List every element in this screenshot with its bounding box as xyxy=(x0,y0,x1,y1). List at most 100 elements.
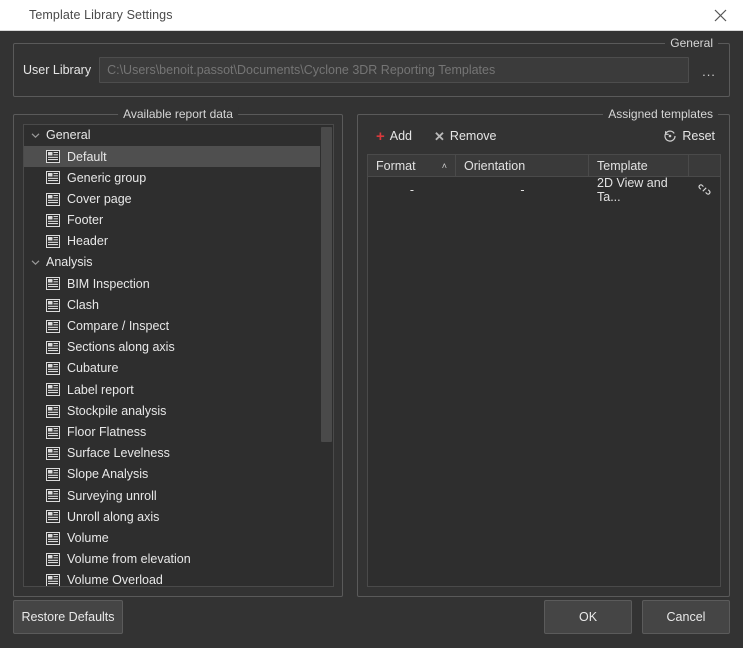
column-header-orientation[interactable]: Orientation xyxy=(456,155,589,176)
tree-item-sections-along-axis[interactable]: Sections along axis xyxy=(24,337,320,358)
remove-button[interactable]: ✕ Remove xyxy=(428,126,502,146)
sort-ascending-icon: ˄ xyxy=(442,161,447,171)
tree-node-label: Label report xyxy=(67,384,134,397)
report-doc-icon xyxy=(46,553,60,566)
ok-button[interactable]: OK xyxy=(544,600,632,634)
tree-item-label-report[interactable]: Label report xyxy=(24,379,320,400)
tree-node-label: Cover page xyxy=(67,193,132,206)
add-button-label: Add xyxy=(390,129,412,143)
tree-node-label: Footer xyxy=(67,214,103,227)
tree-item-stockpile-analysis[interactable]: Stockpile analysis xyxy=(24,400,320,421)
report-doc-icon xyxy=(46,299,60,312)
cell-orientation: - xyxy=(456,177,589,202)
assigned-templates-toolbar: + Add ✕ Remove xyxy=(367,123,721,149)
column-header-actions[interactable] xyxy=(689,155,720,176)
tree-node-label: Unroll along axis xyxy=(67,511,159,524)
report-doc-icon xyxy=(46,171,60,184)
cancel-button[interactable]: Cancel xyxy=(642,600,730,634)
tree-node-label: Default xyxy=(67,151,107,164)
report-doc-icon xyxy=(46,447,60,460)
report-doc-icon xyxy=(46,468,60,481)
add-button[interactable]: + Add xyxy=(370,126,418,147)
table-row[interactable]: - - 2D View and Ta... xyxy=(368,177,720,202)
tree-item-footer[interactable]: Footer xyxy=(24,210,320,231)
tree-node-label: Surface Levelness xyxy=(67,447,170,460)
tree-node-label: Compare / Inspect xyxy=(67,320,169,333)
dialog-footer: Restore Defaults OK Cancel xyxy=(13,600,730,634)
tree-vertical-scrollbar[interactable] xyxy=(320,125,333,586)
report-doc-icon xyxy=(46,426,60,439)
tree-item-generic-group[interactable]: Generic group xyxy=(24,167,320,188)
report-doc-icon xyxy=(46,341,60,354)
tree-item-slope-analysis[interactable]: Slope Analysis xyxy=(24,464,320,485)
tree-item-default[interactable]: Default xyxy=(24,146,320,167)
close-button[interactable] xyxy=(697,0,743,30)
report-doc-icon xyxy=(46,277,60,290)
link-icon xyxy=(697,182,712,197)
available-report-data-groupbox: Available report data General Default Ge… xyxy=(13,114,343,597)
column-header-template[interactable]: Template xyxy=(589,155,689,176)
tree-node-label: Floor Flatness xyxy=(67,426,146,439)
report-doc-icon xyxy=(46,150,60,163)
close-icon xyxy=(714,9,727,22)
tree-node-label: Sections along axis xyxy=(67,341,175,354)
report-doc-icon xyxy=(46,320,60,333)
assigned-templates-legend: Assigned templates xyxy=(603,107,718,121)
tree-item-surveying-unroll[interactable]: Surveying unroll xyxy=(24,485,320,506)
tree-node-label: Slope Analysis xyxy=(67,468,148,481)
tree-node-label: Stockpile analysis xyxy=(67,405,166,418)
report-doc-icon xyxy=(46,532,60,545)
tree-item-floor-flatness[interactable]: Floor Flatness xyxy=(24,422,320,443)
remove-button-label: Remove xyxy=(450,129,497,143)
tree-item-cubature[interactable]: Cubature xyxy=(24,358,320,379)
tree-node-label: Generic group xyxy=(67,172,146,185)
cell-template: 2D View and Ta... xyxy=(589,177,689,202)
tree-node-label: Volume xyxy=(67,532,109,545)
user-library-input[interactable] xyxy=(99,57,689,83)
dialog-body: General User Library ... Available repor… xyxy=(0,31,743,648)
tree-item-bim-inspection[interactable]: BIM Inspection xyxy=(24,273,320,294)
tree-item-cover-page[interactable]: Cover page xyxy=(24,189,320,210)
window-title: Template Library Settings xyxy=(0,8,173,22)
tree-item-compare-inspect[interactable]: Compare / Inspect xyxy=(24,316,320,337)
report-doc-icon xyxy=(46,489,60,502)
report-doc-icon xyxy=(46,235,60,248)
tree-item-clash[interactable]: Clash xyxy=(24,295,320,316)
tree-item-surface-levelness[interactable]: Surface Levelness xyxy=(24,443,320,464)
available-report-data-column: Available report data General Default Ge… xyxy=(13,114,343,597)
tree-node-label: General xyxy=(46,129,90,142)
tree-node-label: Volume from elevation xyxy=(67,553,191,566)
tree-node-label: Volume Overload xyxy=(67,574,163,586)
report-data-tree[interactable]: General Default Generic group Cover page xyxy=(23,124,334,587)
general-groupbox: General User Library ... xyxy=(13,43,730,97)
tree-group-general[interactable]: General xyxy=(24,125,320,146)
tree-node-label: Analysis xyxy=(46,256,93,269)
column-header-format-label: Format xyxy=(376,159,416,173)
x-icon: ✕ xyxy=(434,130,445,143)
tree-item-volume-overload[interactable]: Volume Overload xyxy=(24,570,320,586)
main-columns: Available report data General Default Ge… xyxy=(13,114,730,597)
tree-item-unroll-along-axis[interactable]: Unroll along axis xyxy=(24,506,320,527)
report-doc-icon xyxy=(46,383,60,396)
browse-button[interactable]: ... xyxy=(697,58,721,82)
cell-link-action[interactable] xyxy=(689,177,720,202)
tree-item-volume-from-elevation[interactable]: Volume from elevation xyxy=(24,549,320,570)
tree-group-analysis[interactable]: Analysis xyxy=(24,252,320,273)
tree-node-label: Header xyxy=(67,235,108,248)
table-header-row: Format ˄ Orientation Template xyxy=(368,155,720,177)
report-doc-icon xyxy=(46,362,60,375)
assigned-templates-table: Format ˄ Orientation Template - - 2D Vie… xyxy=(367,154,721,587)
tree-scrollbar-thumb[interactable] xyxy=(321,127,332,442)
tree-node-label: BIM Inspection xyxy=(67,278,150,291)
chevron-down-icon[interactable] xyxy=(28,256,42,270)
report-doc-icon xyxy=(46,510,60,523)
tree-item-volume[interactable]: Volume xyxy=(24,528,320,549)
tree-item-header[interactable]: Header xyxy=(24,231,320,252)
column-header-format[interactable]: Format ˄ xyxy=(368,155,456,176)
chevron-down-icon[interactable] xyxy=(28,129,42,143)
available-report-data-legend: Available report data xyxy=(118,107,238,121)
reset-button[interactable]: Reset xyxy=(657,126,721,146)
report-doc-icon xyxy=(46,214,60,227)
reset-circular-arrow-icon xyxy=(663,129,677,143)
restore-defaults-button[interactable]: Restore Defaults xyxy=(13,600,123,634)
